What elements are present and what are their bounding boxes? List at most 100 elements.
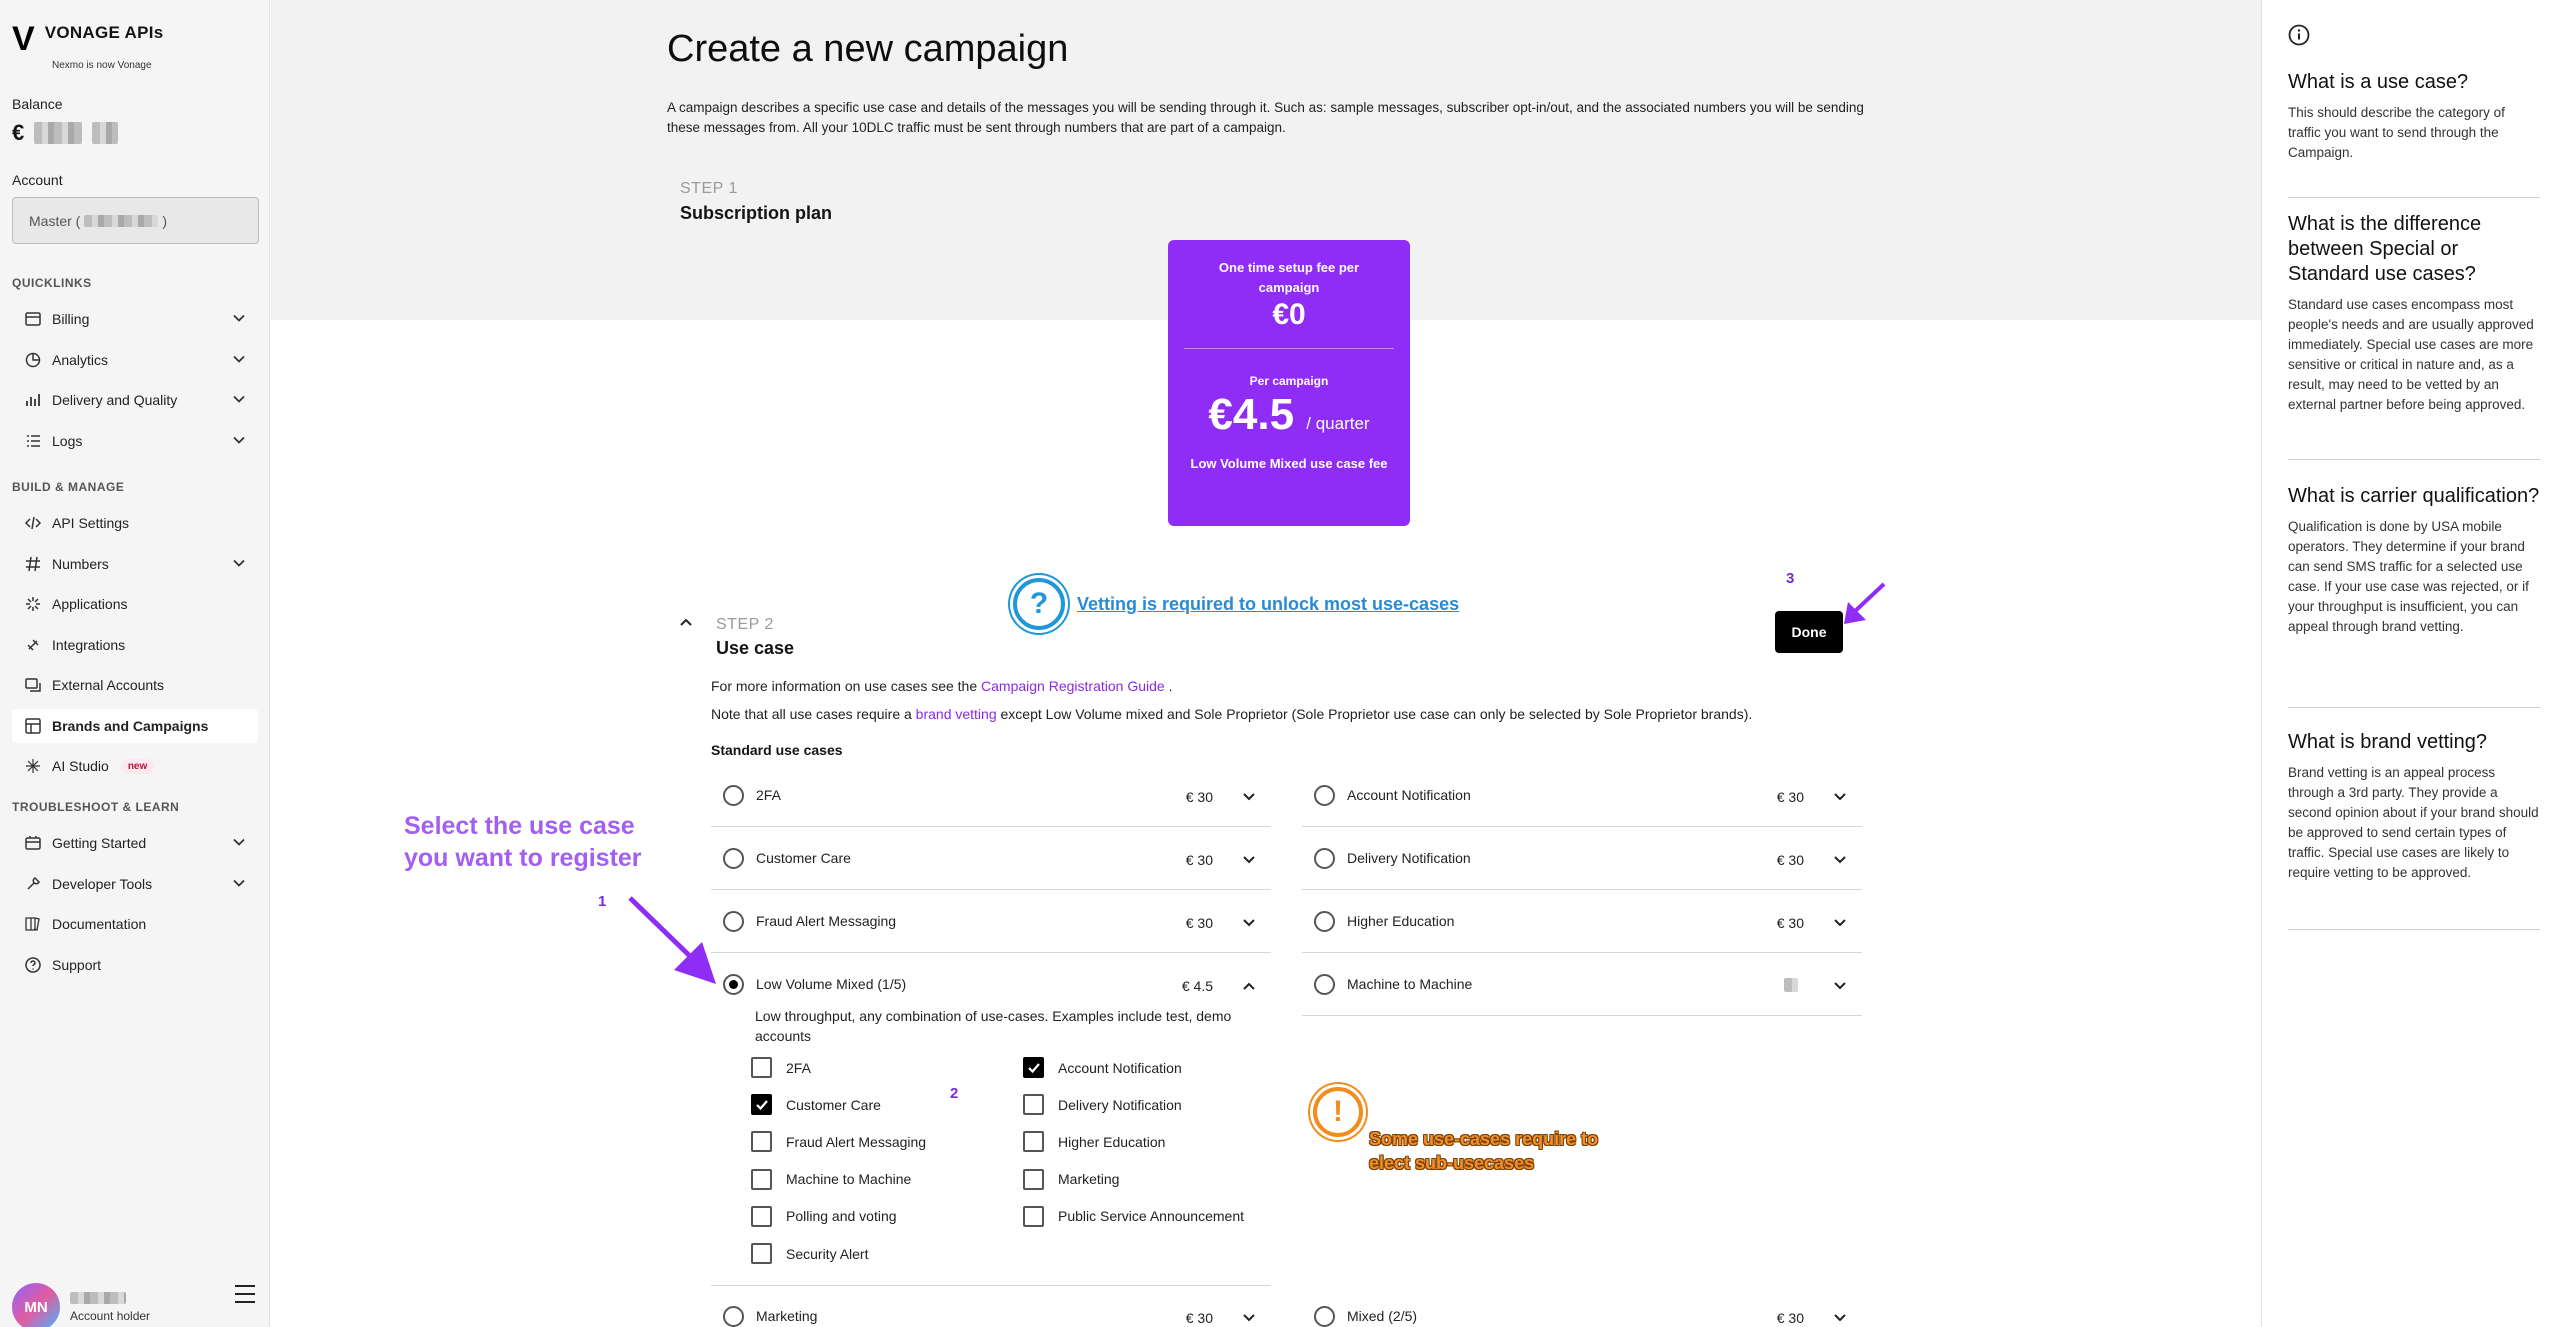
sub-use-case-account-notification[interactable]: Account Notification	[1023, 1057, 1182, 1078]
arrow-annotation-icon	[628, 896, 716, 984]
sidebar-item-developer-tools[interactable]: Developer Tools	[12, 867, 258, 901]
external-accounts-icon	[24, 676, 42, 694]
checkbox[interactable]	[751, 1094, 772, 1116]
sub-use-case-machine-to-machine[interactable]: Machine to Machine	[751, 1168, 912, 1190]
radio-mixed[interactable]	[1314, 1306, 1335, 1327]
chevron-down-icon[interactable]	[1832, 915, 1848, 931]
sidebar-item-getting-started[interactable]: Getting Started	[12, 826, 258, 860]
sidebar-item-support[interactable]: Support	[12, 948, 258, 982]
sidebar-item-applications[interactable]: Applications	[12, 587, 258, 621]
annotation-3: 3	[1786, 570, 1795, 587]
sidebar-item-label: Documentation	[52, 916, 147, 932]
radio-fraud-alert-messaging[interactable]	[723, 911, 744, 932]
checkbox[interactable]	[1023, 1094, 1044, 1116]
subscription-plan-card: One time setup fee per campaign €0 Per c…	[1168, 240, 1410, 526]
checkbox[interactable]	[751, 1243, 772, 1264]
sidebar-item-numbers[interactable]: Numbers	[12, 547, 258, 581]
done-button[interactable]: Done	[1775, 611, 1843, 653]
checkbox[interactable]	[751, 1205, 772, 1227]
info-vetting-text: Note that all use cases require a	[711, 706, 916, 722]
chevron-down-icon[interactable]	[1832, 852, 1848, 868]
sub-use-case-public-service-announcement[interactable]: Public Service Announcement	[1023, 1205, 1244, 1227]
sub-use-case-polling-and-voting[interactable]: Polling and voting	[751, 1205, 897, 1227]
checkbox-label: Fraud Alert Messaging	[786, 1133, 927, 1150]
checkbox-label: Security Alert	[786, 1245, 869, 1262]
help-question: What is carrier qualification?	[2288, 485, 2540, 507]
checkbox-label: Delivery Notification	[1058, 1096, 1182, 1113]
checkbox-label: Higher Education	[1058, 1133, 1166, 1150]
checkbox[interactable]	[1023, 1057, 1044, 1078]
sidebar-item-ai-studio[interactable]: AI Studio new	[12, 749, 258, 783]
chevron-down-icon[interactable]	[1241, 915, 1257, 931]
checkbox[interactable]	[751, 1168, 772, 1190]
sidebar-item-brands-and-campaigns[interactable]: Brands and Campaigns	[12, 708, 258, 743]
warning-icon: !	[1313, 1087, 1363, 1137]
sub-use-case-delivery-notification[interactable]: Delivery Notification	[1023, 1094, 1182, 1116]
sidebar-item-delivery-and-quality[interactable]: Delivery and Quality	[12, 383, 258, 417]
sidebar-item-integrations[interactable]: Integrations	[12, 628, 258, 662]
chevron-up-icon[interactable]	[678, 614, 694, 630]
use-case-customer-care[interactable]: Customer Care € 30	[711, 828, 1271, 890]
checkbox[interactable]	[1023, 1168, 1044, 1190]
chevron-down-icon[interactable]	[1832, 1310, 1848, 1326]
use-case-account-notification[interactable]: Account Notification € 30	[1302, 765, 1862, 827]
sidebar-item-analytics[interactable]: Analytics	[12, 343, 258, 377]
use-case-marketing[interactable]: Marketing € 30	[711, 1286, 1271, 1327]
sidebar-item-logs[interactable]: Logs	[12, 424, 258, 458]
chevron-down-icon[interactable]	[1241, 789, 1257, 805]
radio-delivery-notification[interactable]	[1314, 848, 1335, 869]
sidebar-item-api-settings[interactable]: API Settings	[12, 506, 258, 540]
use-case-mixed[interactable]: Mixed (2/5) € 30	[1302, 1286, 1862, 1327]
use-case-fraud-alert-messaging[interactable]: Fraud Alert Messaging € 30	[711, 891, 1271, 953]
brand-vetting-link[interactable]: brand vetting	[916, 706, 997, 722]
chevron-down-icon[interactable]	[1241, 1310, 1257, 1326]
sub-use-case-fraud-alert-messaging[interactable]: Fraud Alert Messaging	[751, 1131, 927, 1153]
use-case-delivery-notification[interactable]: Delivery Notification € 30	[1302, 828, 1862, 890]
info-icon[interactable]	[2288, 24, 2310, 46]
radio-2fa[interactable]	[723, 785, 744, 806]
account-selector[interactable]: Master ( )	[12, 197, 259, 244]
currency-symbol: €	[12, 120, 25, 145]
use-case-name: Delivery Notification	[1347, 850, 1471, 866]
logs-icon	[24, 432, 42, 450]
campaign-guide-link[interactable]: Campaign Registration Guide	[981, 678, 1165, 694]
use-case-machine-to-machine[interactable]: Machine to Machine	[1302, 954, 1862, 1016]
sub-use-case-customer-care[interactable]: Customer Care	[751, 1094, 881, 1116]
sidebar-item-billing[interactable]: Billing	[12, 302, 258, 336]
menu-icon[interactable]	[233, 1283, 257, 1305]
use-case-price: € 30	[1776, 1310, 1804, 1326]
checkbox-label: Machine to Machine	[786, 1171, 912, 1188]
checkbox[interactable]	[751, 1131, 772, 1153]
sub-use-case-security-alert[interactable]: Security Alert	[751, 1243, 868, 1264]
chevron-down-icon[interactable]	[1832, 978, 1848, 994]
checkbox[interactable]	[1023, 1205, 1044, 1227]
chevron-down-icon[interactable]	[1832, 789, 1848, 805]
vonage-logo[interactable]: V VONAGE APIs Nexmo is now Vonage	[12, 22, 164, 71]
chevron-down-icon[interactable]	[1241, 852, 1257, 868]
radio-low-volume-mixed-1-5[interactable]	[723, 974, 744, 995]
sub-use-case-marketing[interactable]: Marketing	[1023, 1168, 1119, 1190]
checkbox-label: Customer Care	[786, 1096, 881, 1113]
sidebar-item-label: Numbers	[52, 555, 109, 572]
sidebar-item-external-accounts[interactable]: External Accounts	[12, 668, 258, 702]
use-case-price-blurred	[1784, 978, 1798, 992]
radio-machine-to-machine[interactable]	[1314, 974, 1335, 995]
help-answer: Brand vetting is an appeal process throu…	[2288, 765, 2539, 880]
vetting-link[interactable]: Vetting is required to unlock most use-c…	[1077, 594, 1459, 615]
use-case-higher-education[interactable]: Higher Education € 30	[1302, 891, 1862, 953]
step1-number: STEP 1	[680, 180, 738, 197]
sub-use-case-higher-education[interactable]: Higher Education	[1023, 1131, 1166, 1153]
radio-marketing[interactable]	[723, 1306, 744, 1327]
user-menu[interactable]: MN Account holder	[12, 1283, 150, 1327]
checkbox[interactable]	[1023, 1131, 1044, 1153]
radio-higher-education[interactable]	[1314, 911, 1335, 932]
sidebar-item-documentation[interactable]: Documentation	[12, 907, 258, 941]
vetting-callout: ? Vetting is required to unlock most use…	[1013, 578, 1459, 630]
radio-account-notification[interactable]	[1314, 785, 1335, 806]
use-case-2fa[interactable]: 2FA € 30	[711, 765, 1271, 827]
radio-customer-care[interactable]	[723, 848, 744, 869]
checkbox[interactable]	[751, 1057, 772, 1078]
standard-use-cases-heading: Standard use cases	[711, 742, 843, 758]
chevron-up-icon[interactable]	[1241, 978, 1257, 994]
sub-use-case-2fa[interactable]: 2FA	[751, 1057, 811, 1078]
